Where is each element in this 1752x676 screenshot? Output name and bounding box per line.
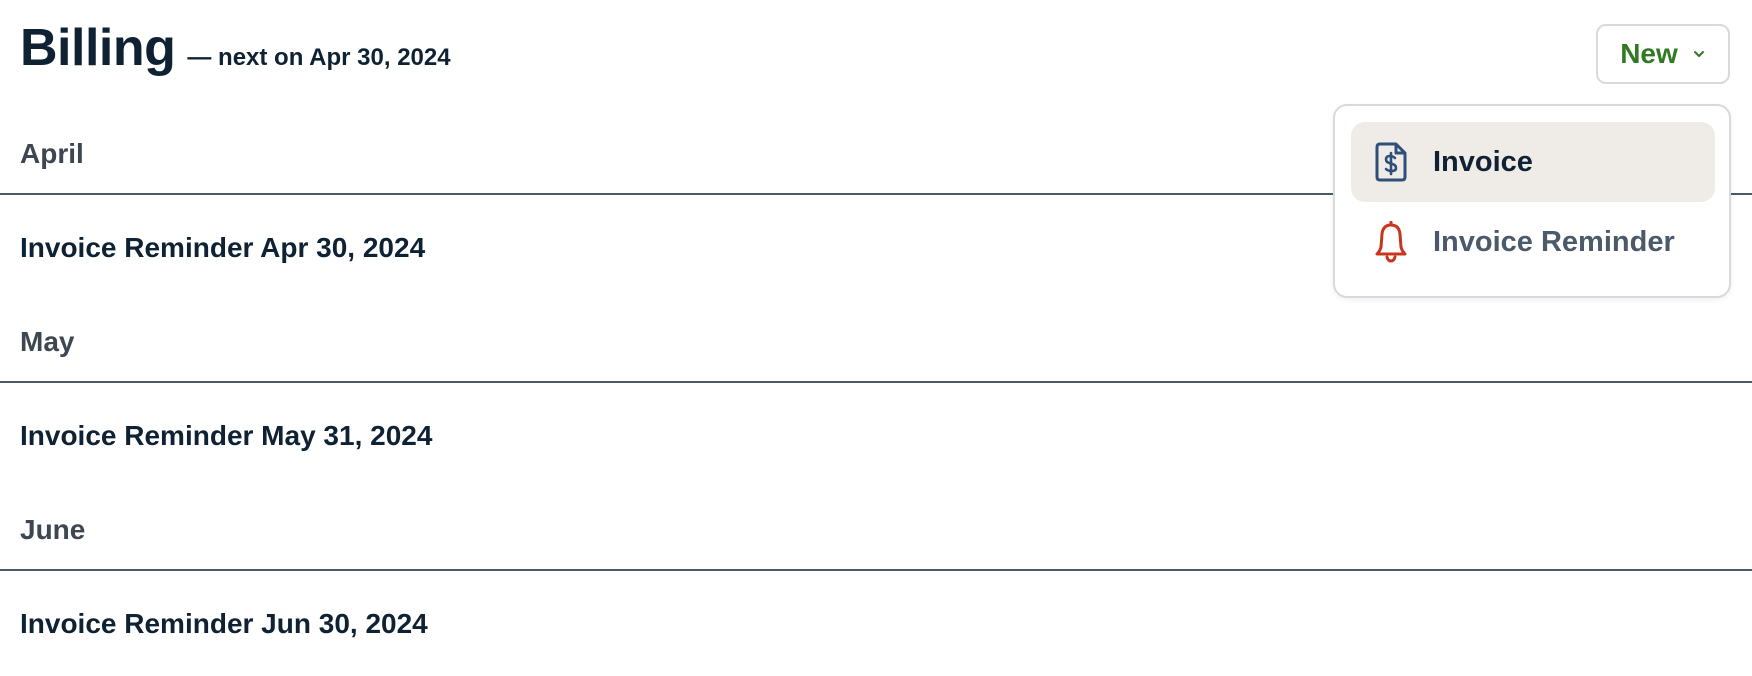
page-subtitle: — next on Apr 30, 2024 (187, 44, 451, 71)
divider (0, 569, 1752, 571)
list-item[interactable]: Invoice Reminder Jun 30, 2024 (20, 608, 428, 640)
list-item[interactable]: Invoice Reminder Apr 30, 2024 (20, 232, 425, 264)
new-button[interactable]: New (1596, 24, 1730, 84)
new-dropdown-menu: Invoice Invoice Reminder (1333, 104, 1731, 298)
bell-icon (1371, 220, 1411, 264)
new-button-label: New (1620, 38, 1678, 69)
list-item[interactable]: Invoice Reminder May 31, 2024 (20, 420, 432, 452)
page-header: Billing — next on Apr 30, 2024 (20, 18, 451, 78)
month-heading-april: April (20, 138, 84, 169)
menu-item-label: Invoice Reminder (1433, 225, 1675, 258)
page-title: Billing (20, 19, 176, 77)
menu-item-invoice[interactable]: Invoice (1351, 122, 1715, 202)
chevron-down-icon (1692, 47, 1706, 61)
menu-item-label: Invoice (1433, 145, 1533, 178)
month-heading-may: May (20, 326, 75, 357)
menu-item-invoice-reminder[interactable]: Invoice Reminder (1351, 202, 1715, 282)
divider (0, 381, 1752, 383)
billing-page: Billing — next on Apr 30, 2024 New April… (0, 0, 1752, 676)
month-heading-june: June (20, 514, 86, 545)
invoice-dollar-icon (1371, 140, 1411, 184)
